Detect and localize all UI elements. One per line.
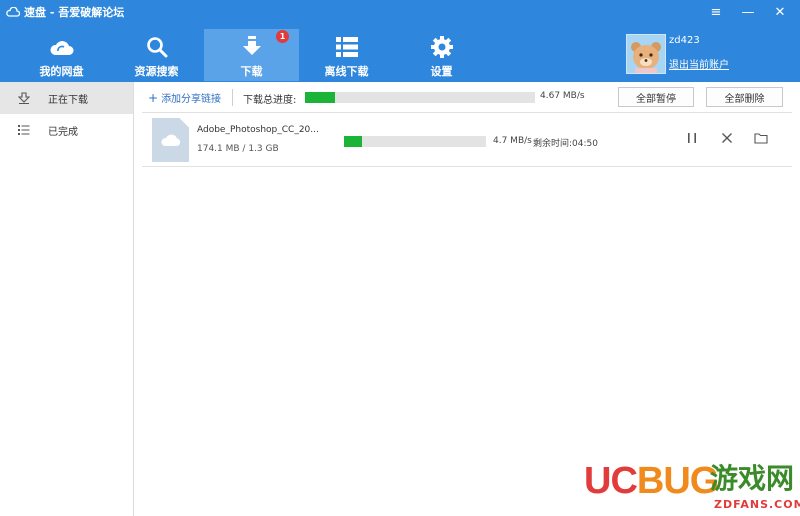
task-remaining-time: 剩余时间:04:50 — [533, 139, 598, 149]
toolbar: + 添加分享链接 下载总进度: 4.67 MB/s 全部暂停 全部删除 — [134, 82, 800, 112]
window-controls: ≡ — ✕ — [700, 2, 796, 22]
completed-list-icon — [18, 125, 30, 135]
task-progress-fill — [344, 136, 363, 147]
delete-all-button[interactable]: 全部删除 — [706, 87, 783, 107]
username: zd423 — [669, 35, 700, 46]
nav-label: 设置 — [430, 65, 453, 78]
total-progress-bar — [305, 92, 535, 103]
total-progress-label: 下载总进度: — [243, 95, 297, 106]
user-panel: zd423 退出当前账户 — [626, 34, 796, 74]
close-icon — [722, 133, 732, 143]
watermark-cn: 游戏网 — [710, 462, 795, 495]
main-nav: 我的网盘 资源搜索 1 下载 离线下载 设置 — [14, 29, 489, 81]
nav-label: 资源搜索 — [134, 65, 179, 78]
sidebar-item-completed[interactable]: 已完成 — [0, 114, 133, 146]
task-progress-bar — [344, 136, 486, 147]
cancel-task-button[interactable] — [717, 128, 737, 148]
window-title: 速盘 - 吾爱破解论坛 — [24, 6, 125, 19]
nav-label: 离线下载 — [324, 65, 369, 78]
nav-download[interactable]: 1 下载 — [204, 29, 299, 81]
nav-offline-download[interactable]: 离线下载 — [299, 29, 394, 81]
task-divider-line — [142, 166, 792, 167]
folder-icon — [754, 133, 768, 144]
watermark-url: ZDFANS.COM — [714, 498, 800, 511]
watermark-logo: UCBUG 游戏网 ZDFANS.COM — [584, 460, 800, 514]
sidebar-item-downloading[interactable]: 正在下载 — [0, 82, 133, 114]
downloading-icon — [18, 92, 30, 104]
download-panel: + 添加分享链接 下载总进度: 4.67 MB/s 全部暂停 全部删除 Adobe… — [134, 82, 800, 516]
nav-resource-search[interactable]: 资源搜索 — [109, 29, 204, 81]
plus-icon: + — [148, 91, 159, 105]
task-file-name: Adobe_Photoshop_CC_20... — [197, 125, 319, 135]
close-button[interactable]: ✕ — [764, 2, 796, 22]
pause-task-button[interactable] — [682, 128, 702, 148]
toolbar-divider — [232, 89, 233, 106]
download-count-badge: 1 — [276, 30, 289, 43]
nav-label: 下载 — [240, 65, 263, 78]
window-title-bar: 速盘 - 吾爱破解论坛 — [6, 4, 124, 20]
nav-settings[interactable]: 设置 — [394, 29, 489, 81]
sidebar-item-label: 正在下载 — [48, 94, 88, 106]
nav-my-drive[interactable]: 我的网盘 — [14, 29, 109, 81]
toolbar-divider-line — [142, 112, 792, 113]
search-icon — [146, 37, 167, 58]
nav-label: 我的网盘 — [39, 65, 84, 78]
bear-avatar-icon — [631, 42, 661, 73]
total-progress-fill — [305, 92, 335, 103]
minimize-button[interactable]: — — [732, 2, 764, 22]
open-folder-button[interactable] — [751, 128, 771, 148]
sidebar: 正在下载 已完成 — [0, 82, 134, 516]
avatar[interactable] — [626, 34, 666, 74]
add-share-link-button[interactable]: + 添加分享链接 — [148, 90, 221, 105]
file-cloud-icon — [161, 134, 181, 146]
download-arrow-icon — [242, 36, 261, 55]
sidebar-item-label: 已完成 — [48, 126, 78, 138]
app-cloud-icon — [6, 7, 20, 17]
task-file-size: 174.1 MB / 1.3 GB — [197, 144, 279, 154]
top-bar: 速盘 - 吾爱破解论坛 ≡ — ✕ 我的网盘 资源搜索 1 下载 离线下载 设置… — [0, 0, 800, 82]
add-share-link-label: 添加分享链接 — [161, 94, 222, 105]
watermark-brand: UCBUG — [584, 460, 719, 502]
pause-all-button[interactable]: 全部暂停 — [618, 87, 694, 107]
gear-icon — [430, 36, 453, 58]
list-icon — [335, 37, 358, 57]
download-task-row[interactable]: Adobe_Photoshop_CC_20... 174.1 MB / 1.3 … — [142, 114, 792, 166]
logout-link[interactable]: 退出当前账户 — [669, 56, 729, 71]
task-speed: 4.7 MB/s — [493, 136, 532, 146]
menu-icon[interactable]: ≡ — [700, 2, 732, 22]
pause-icon — [688, 133, 696, 143]
cloud-icon — [49, 41, 73, 55]
total-speed: 4.67 MB/s — [540, 91, 585, 101]
